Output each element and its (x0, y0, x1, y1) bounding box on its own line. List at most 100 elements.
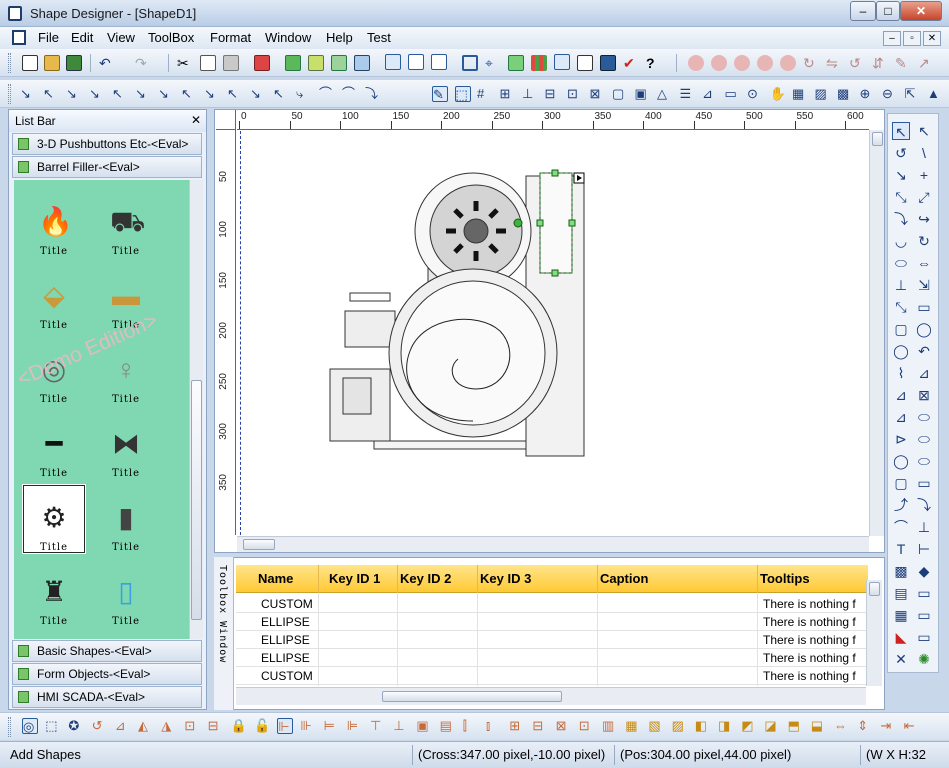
palette-item[interactable]: 🔥 Title (22, 188, 86, 258)
align-icon[interactable]: ⊡ (579, 718, 595, 734)
toolbox-window-tab[interactable]: Toolbox Window (214, 557, 234, 710)
align-icon[interactable]: ⊿ (115, 718, 131, 734)
mdi-minimize-button[interactable]: – (883, 31, 901, 46)
align-icon[interactable]: ◎ (22, 718, 38, 734)
align-icon[interactable]: ⬓ (811, 718, 827, 734)
toolbox-shape-icon[interactable]: ⤡ (892, 298, 910, 316)
palette-item[interactable]: ♜ Title (22, 558, 86, 628)
align-icon[interactable]: ⊟ (532, 718, 548, 734)
toolbox-shape-icon[interactable]: ⊿ (892, 408, 910, 426)
palette-item[interactable]: ⛟ Title (94, 188, 158, 258)
align-icon[interactable]: ⬒ (788, 718, 804, 734)
table-row[interactable]: ELLIPSE There is nothing f (236, 613, 868, 631)
toolbox-shape-icon[interactable]: ↻ (915, 232, 933, 250)
remove-page-icon[interactable] (331, 55, 347, 71)
connector-icon[interactable]: ↘ (66, 86, 82, 102)
align-icon[interactable]: ◩ (741, 718, 757, 734)
toolbox-shape-icon[interactable]: ⬭ (915, 452, 933, 470)
frame-icon[interactable] (462, 55, 478, 71)
connector-icon[interactable]: ⤵ (365, 86, 381, 102)
properties-icon[interactable] (354, 55, 370, 71)
palette-item[interactable]: ━ Title (22, 410, 86, 480)
intersect-icon[interactable] (757, 55, 773, 71)
toolbox-shape-icon[interactable]: T (892, 540, 910, 558)
minimize-button[interactable]: – (850, 1, 876, 21)
align-icon[interactable]: ✪ (68, 718, 84, 734)
align-icon[interactable]: ⊩ (277, 718, 294, 734)
toolbox-shape-icon[interactable]: ⤢ (915, 188, 933, 206)
connector-icon[interactable]: ↘ (158, 86, 174, 102)
align-icon[interactable]: ⇥ (880, 718, 896, 734)
tool-icon[interactable]: △ (657, 86, 673, 102)
toolbox-shape-icon[interactable]: ◯ (915, 320, 933, 338)
toolbox-shape-icon[interactable]: ▭ (915, 628, 933, 646)
align-icon[interactable]: ⫿ (463, 718, 479, 734)
canvas-vertical-scrollbar[interactable] (869, 130, 884, 536)
connector-icon[interactable]: ↘ (250, 86, 266, 102)
menu-file[interactable]: File (38, 30, 59, 45)
toolbox-shape-icon[interactable]: ◯ (892, 342, 910, 360)
toolbar-grip[interactable] (8, 717, 11, 737)
connector-icon[interactable]: ↖ (227, 86, 243, 102)
tool-icon[interactable]: ⊟ (545, 86, 561, 102)
print-icon[interactable] (577, 55, 593, 71)
grid-horizontal-scrollbar[interactable] (236, 687, 866, 705)
toolbox-shape-icon[interactable]: ⤵ (915, 496, 933, 514)
menu-edit[interactable]: Edit (71, 30, 93, 45)
align-icon[interactable]: ⊞ (509, 718, 525, 734)
column-caption[interactable]: Caption (600, 571, 648, 586)
window-icon[interactable] (554, 54, 570, 70)
tool-icon[interactable]: ⊞ (500, 86, 516, 102)
import-icon[interactable] (308, 55, 324, 71)
column-tooltips[interactable]: Tooltips (760, 571, 810, 586)
align-icon[interactable]: ⇔ (834, 718, 850, 734)
help-icon[interactable]: ? (646, 55, 662, 71)
tool-icon[interactable]: # (477, 86, 493, 102)
align-icon[interactable]: ▦ (625, 718, 641, 734)
toolbox-shape-icon[interactable]: ⊳ (892, 430, 910, 448)
align-icon[interactable]: ⊫ (347, 718, 363, 734)
align-icon[interactable]: ▨ (672, 718, 688, 734)
close-button[interactable]: ✕ (900, 1, 942, 21)
align-icon[interactable]: ⇤ (904, 718, 920, 734)
column-key-id-2[interactable]: Key ID 2 (400, 571, 451, 586)
rotate-left-icon[interactable]: ↺ (849, 55, 865, 71)
toolbox-shape-icon[interactable]: ↶ (915, 342, 933, 360)
palette-item[interactable]: ▯ Title (94, 558, 158, 628)
view-grid-icon[interactable] (408, 54, 424, 70)
exclude-icon[interactable] (780, 55, 796, 71)
toolbox-shape-icon[interactable]: ✕ (892, 650, 910, 668)
palette-item[interactable]: ⧓ Title (94, 410, 158, 480)
check-icon[interactable]: ✔ (623, 55, 639, 71)
align-icon[interactable]: ⊪ (300, 718, 316, 734)
toolbox-shape-icon[interactable]: ◡ (892, 232, 910, 250)
toolbox-shape-icon[interactable]: ▢ (892, 474, 910, 492)
subtract-icon[interactable] (734, 55, 750, 71)
scroll-thumb[interactable] (869, 582, 880, 596)
copy-icon[interactable] (200, 55, 216, 71)
pen-icon[interactable]: ✎ (895, 55, 911, 71)
align-icon[interactable]: ⊡ (184, 718, 200, 734)
menu-format[interactable]: Format (210, 30, 251, 45)
toolbox-shape-icon[interactable]: ⤵ (892, 210, 910, 228)
save-icon[interactable] (66, 55, 82, 71)
cut-icon[interactable]: ✂ (177, 55, 193, 71)
mdi-close-button[interactable]: ✕ (923, 31, 941, 46)
toolbox-shape-icon[interactable]: ◆ (915, 562, 933, 580)
group-3d-pushbuttons[interactable]: 3-D Pushbuttons Etc-<Eval> (12, 133, 202, 155)
table-row[interactable]: CUSTOM There is nothing f (236, 667, 868, 685)
toolbox-shape-icon[interactable]: ⬭ (915, 430, 933, 448)
palette-scrollbar[interactable] (189, 180, 203, 639)
connector-icon[interactable]: ↖ (273, 86, 289, 102)
connector-icon[interactable]: ↘ (89, 86, 105, 102)
menu-view[interactable]: View (107, 30, 135, 45)
maximize-button[interactable]: □ (876, 1, 900, 21)
connector-icon[interactable]: ↖ (181, 86, 197, 102)
toolbox-shape-icon[interactable]: ⊥ (892, 276, 910, 294)
tag-icon[interactable] (508, 55, 524, 71)
canvas-horizontal-scrollbar[interactable] (237, 536, 869, 552)
toolbox-shape-icon[interactable]: ◯ (892, 452, 910, 470)
toolbox-shape-icon[interactable]: ▭ (915, 298, 933, 316)
tool-icon[interactable]: ☰ (680, 86, 696, 102)
group-form-objects[interactable]: Form Objects-<Eval> (12, 663, 202, 685)
